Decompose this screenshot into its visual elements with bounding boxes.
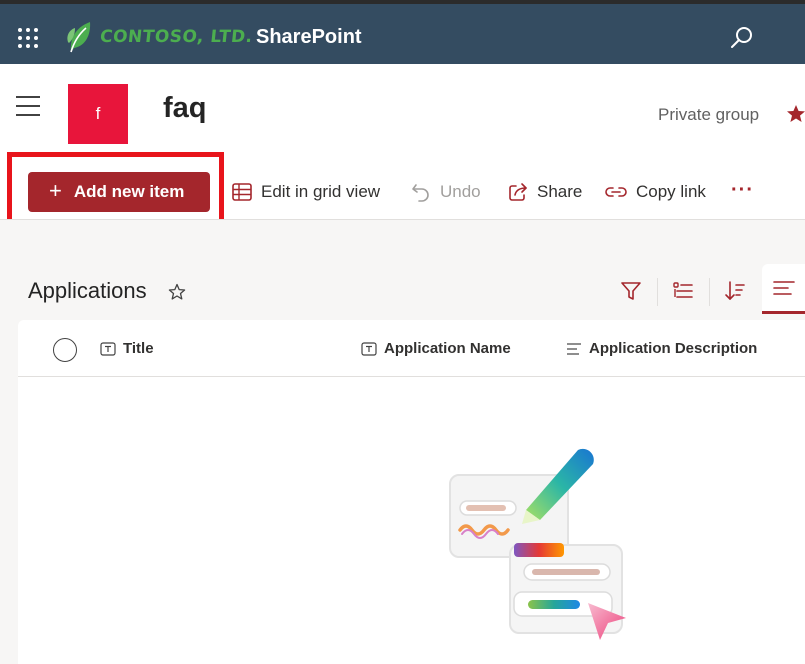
edit-grid-view-label: Edit in grid view (261, 182, 381, 201)
leaf-logo-icon (67, 22, 91, 53)
site-logo-letter: f (95, 104, 101, 123)
column-header-title[interactable]: Title (100, 340, 154, 357)
company-name: CONTOSO, LTD. (98, 27, 254, 47)
column-application-description-label: Application Description (589, 340, 758, 357)
sort-button[interactable] (720, 276, 750, 306)
undo-label: Undo (440, 182, 481, 201)
follow-star-icon[interactable] (786, 104, 805, 124)
grid-icon (232, 183, 252, 201)
app-launcher-icon[interactable] (18, 28, 38, 48)
empty-list-illustration (449, 448, 626, 640)
site-logo[interactable]: f (68, 84, 128, 144)
plus-icon: + (49, 178, 62, 203)
view-options-button[interactable] (762, 264, 805, 314)
favorite-star-icon[interactable] (168, 283, 186, 301)
group-by-icon (673, 282, 693, 298)
site-title[interactable]: faq (163, 92, 207, 125)
copy-link-button[interactable]: Copy link (604, 178, 706, 206)
sort-icon (725, 281, 745, 300)
text-field-icon (100, 341, 116, 356)
filter-button[interactable] (616, 276, 646, 306)
column-title-label: Title (123, 340, 154, 357)
toolbar-separator (709, 278, 710, 306)
multiline-text-icon (567, 342, 581, 355)
more-options-icon[interactable]: ··· (731, 176, 754, 204)
share-button[interactable]: Share (507, 178, 582, 206)
company-logo[interactable]: CONTOSO, LTD. (66, 20, 254, 54)
hamburger-menu-icon[interactable] (16, 96, 42, 118)
copy-link-label: Copy link (636, 182, 706, 201)
suite-bar: CONTOSO, LTD. SharePoint (0, 0, 805, 64)
text-field-icon (361, 341, 377, 356)
column-application-name-label: Application Name (384, 340, 511, 357)
list-grid: Title Application Name Application Descr… (18, 320, 805, 664)
column-header-row: Title Application Name Application Descr… (18, 320, 805, 377)
undo-button[interactable]: Undo (410, 178, 481, 206)
add-new-item-button[interactable]: + Add new item (28, 172, 210, 212)
group-by-button[interactable] (668, 276, 698, 306)
undo-icon (412, 184, 429, 202)
edit-grid-view-button[interactable]: Edit in grid view (231, 178, 380, 206)
filter-icon (621, 282, 641, 300)
add-new-item-label: Add new item (73, 182, 185, 201)
list-title: Applications (28, 278, 147, 303)
column-header-application-name[interactable]: Application Name (361, 340, 511, 357)
app-title[interactable]: SharePoint (256, 26, 362, 49)
privacy-label: Private group (658, 105, 760, 124)
toolbar-separator (657, 278, 658, 306)
share-label: Share (537, 182, 583, 201)
view-options-icon (773, 280, 795, 295)
select-all-checkbox[interactable] (53, 338, 77, 362)
link-icon (605, 187, 627, 197)
search-icon[interactable] (728, 24, 756, 52)
share-icon (509, 183, 527, 201)
column-header-application-description[interactable]: Application Description (566, 340, 757, 357)
